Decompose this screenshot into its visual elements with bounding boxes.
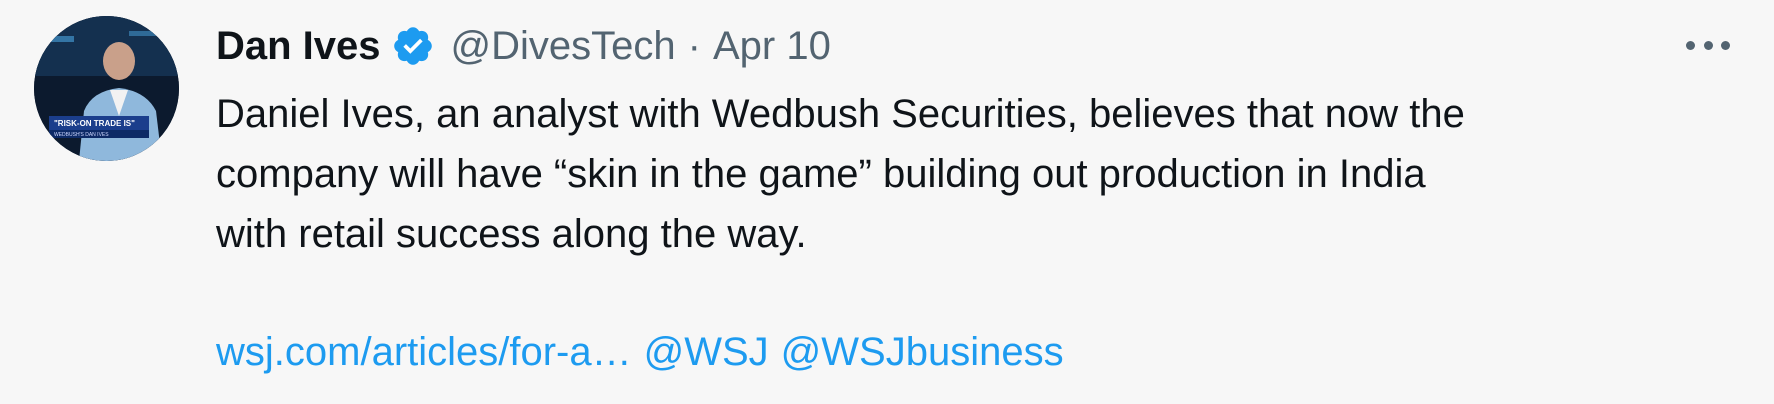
tweet-text-line: with retail success along the way. bbox=[216, 212, 807, 256]
verified-badge-icon bbox=[391, 24, 435, 68]
article-link[interactable]: wsj.com/articles/for-a… bbox=[216, 330, 632, 374]
tweet-date[interactable]: Apr 10 bbox=[713, 24, 831, 69]
avatar[interactable]: "RISK-ON TRADE IS" WEDBUSH'S DAN IVES bbox=[34, 16, 179, 161]
mention-wsjbusiness[interactable]: @WSJbusiness bbox=[781, 330, 1064, 374]
mention-wsj[interactable]: @WSJ bbox=[644, 330, 769, 374]
author-name[interactable]: Dan Ives bbox=[216, 24, 381, 69]
tweet-header: Dan Ives @DivesTech · Apr 10 bbox=[216, 18, 831, 74]
avatar-subcaption: WEDBUSH'S DAN IVES bbox=[54, 132, 109, 138]
more-dot bbox=[1721, 40, 1730, 50]
more-dot bbox=[1686, 40, 1695, 50]
tweet-links: wsj.com/articles/for-a… @WSJ @WSJbusiness bbox=[216, 322, 1064, 382]
author-handle[interactable]: @DivesTech bbox=[451, 24, 676, 69]
tweet-card[interactable]: "RISK-ON TRADE IS" WEDBUSH'S DAN IVES Da… bbox=[0, 0, 1774, 404]
more-options-icon[interactable] bbox=[1686, 38, 1730, 52]
more-dot bbox=[1703, 40, 1713, 50]
header-separator: · bbox=[687, 23, 701, 68]
avatar-caption: "RISK-ON TRADE IS" bbox=[54, 119, 135, 128]
tweet-text-line: company will have “skin in the game” bui… bbox=[216, 152, 1426, 196]
tweet-text: Daniel Ives, an analyst with Wedbush Sec… bbox=[216, 84, 1696, 264]
tweet-text-line: Daniel Ives, an analyst with Wedbush Sec… bbox=[216, 92, 1465, 136]
